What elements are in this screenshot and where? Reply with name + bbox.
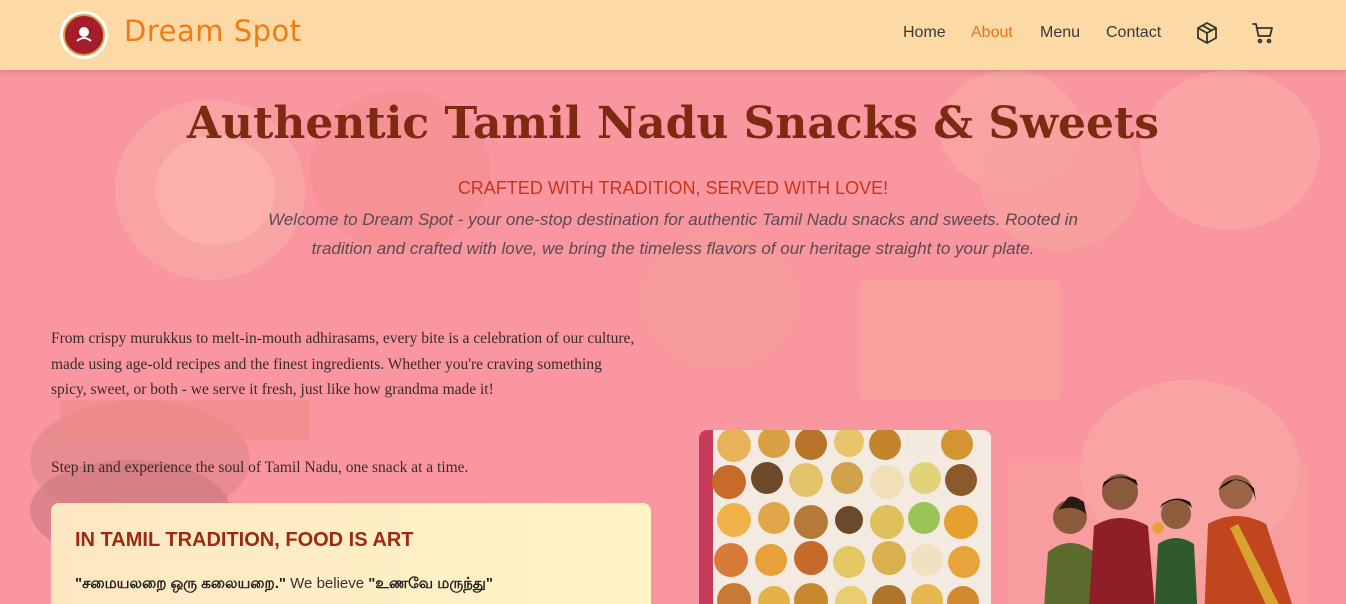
about-paragraph-1: From crispy murukkus to melt-in-mouth ad…	[51, 330, 635, 398]
tradition-card-title: IN TAMIL TRADITION, FOOD IS ART	[75, 529, 414, 551]
box-icon[interactable]	[1195, 21, 1221, 47]
hero-subtitle: CRAFTED WITH TRADITION, SERVED WITH LOVE…	[457, 178, 889, 198]
card-text-span: We believe	[286, 575, 369, 592]
about-paragraph-2: Step in and experience the soul of Tamil…	[51, 459, 469, 476]
tradition-card: IN TAMIL TRADITION, FOOD IS ART "சமையலறை…	[51, 503, 651, 604]
tamil-quote-2: "உணவே மருந்து"	[368, 575, 493, 592]
nav-link-contact[interactable]: Contact	[1106, 24, 1161, 42]
nav-link-about[interactable]: About	[971, 24, 1013, 42]
family-eating-image	[1008, 462, 1308, 604]
tamil-quote-1: "சமையலறை ஒரு கலையறை."	[75, 575, 286, 592]
nav-link-menu[interactable]: Menu	[1040, 24, 1080, 42]
snacks-platter-image	[699, 430, 991, 604]
brand-logo[interactable]	[60, 11, 108, 59]
hero-description: Welcome to Dream Spot - your one-stop de…	[268, 210, 1078, 258]
logo-emblem-icon	[63, 14, 105, 56]
brand-name[interactable]: Dream Spot	[124, 14, 302, 48]
tradition-card-text: "சமையலறை ஒரு கலையறை." We believe "உணவே ம…	[75, 573, 635, 595]
nav-link-home[interactable]: Home	[903, 24, 946, 42]
top-nav: Dream Spot Home About Menu Contact	[0, 0, 1346, 70]
page-title: Authentic Tamil Nadu Snacks & Sweets	[186, 98, 1160, 149]
cart-icon[interactable]	[1251, 21, 1277, 47]
